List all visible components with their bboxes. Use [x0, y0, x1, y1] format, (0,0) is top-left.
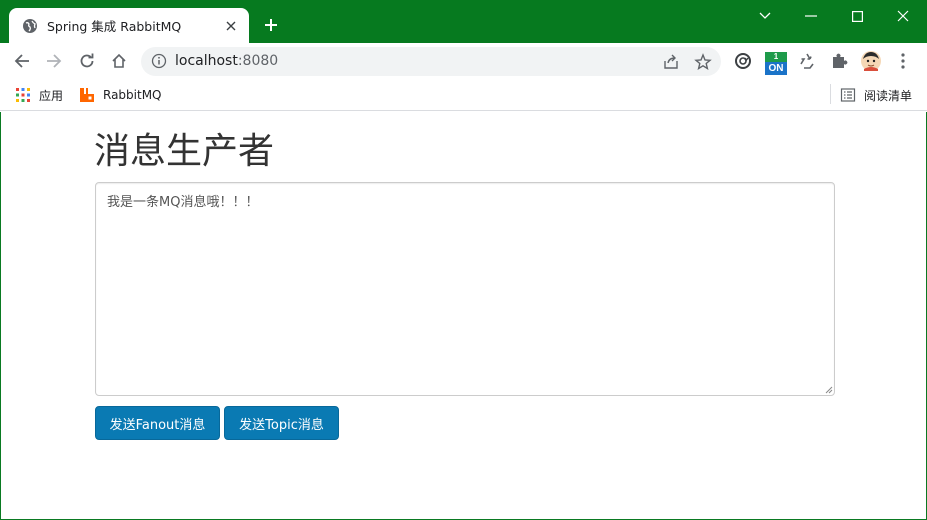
- recycle-extension-icon[interactable]: [797, 51, 817, 71]
- close-tab-icon[interactable]: [223, 18, 239, 34]
- reading-list-button[interactable]: 阅读清单: [840, 85, 912, 105]
- minimize-icon[interactable]: [788, 0, 834, 32]
- bookmark-apps-label: 应用: [39, 88, 64, 103]
- bookmark-rabbitmq-label: RabbitMQ: [103, 88, 162, 102]
- bookmark-rabbitmq[interactable]: RabbitMQ: [79, 85, 162, 105]
- reload-icon[interactable]: [75, 49, 99, 73]
- sync-extension-icon[interactable]: [733, 51, 753, 71]
- forward-arrow-icon[interactable]: [42, 49, 66, 73]
- globe-icon: [23, 18, 37, 33]
- on-badge-bottom: ON: [765, 62, 787, 75]
- profile-avatar[interactable]: [861, 51, 881, 71]
- home-icon[interactable]: [107, 49, 131, 73]
- address-bar[interactable]: localhost:8080: [141, 47, 721, 76]
- page-title: 消息生产者: [94, 131, 275, 172]
- site-info-icon[interactable]: [151, 53, 167, 69]
- new-tab-icon[interactable]: [261, 15, 281, 35]
- share-icon[interactable]: [662, 53, 680, 71]
- message-textarea[interactable]: 我是一条MQ消息哦！！！: [95, 182, 835, 396]
- tab-title: Spring 集成 RabbitMQ: [47, 19, 182, 34]
- on-extension-icon[interactable]: 1 ON: [765, 52, 787, 75]
- rabbitmq-logo-icon: [80, 88, 94, 102]
- url-text[interactable]: localhost:8080: [175, 47, 278, 76]
- more-menu-icon[interactable]: [893, 51, 913, 71]
- tab-search-icon[interactable]: [742, 0, 788, 32]
- url-port: :8080: [237, 53, 279, 69]
- puzzle-extensions-icon[interactable]: [829, 51, 849, 71]
- on-badge-top: 1: [765, 52, 787, 62]
- page-content: 消息生产者 我是一条MQ消息哦！！！ 发送Fanout消息 发送Topic消息: [0, 112, 927, 520]
- maximize-icon[interactable]: [834, 0, 880, 32]
- resize-grip-icon[interactable]: [823, 384, 833, 394]
- close-window-icon[interactable]: [880, 0, 926, 32]
- reading-list-icon: [840, 88, 856, 102]
- window-titlebar: Spring 集成 RabbitMQ: [0, 0, 927, 43]
- send-topic-button[interactable]: 发送Topic消息: [224, 406, 339, 440]
- apps-grid-icon: [16, 88, 30, 102]
- bookmarks-bar: 应用 RabbitMQ 阅读清单: [0, 79, 927, 111]
- reading-list-label: 阅读清单: [864, 88, 913, 103]
- back-arrow-icon[interactable]: [10, 49, 34, 73]
- browser-tab[interactable]: Spring 集成 RabbitMQ: [9, 8, 249, 43]
- bookmarks-divider: [830, 84, 831, 104]
- url-host: localhost: [175, 53, 238, 69]
- browser-toolbar: localhost:8080: [0, 43, 927, 79]
- bookmark-star-icon[interactable]: [694, 53, 712, 71]
- bookmark-apps[interactable]: 应用: [15, 85, 63, 105]
- send-fanout-button[interactable]: 发送Fanout消息: [95, 406, 220, 440]
